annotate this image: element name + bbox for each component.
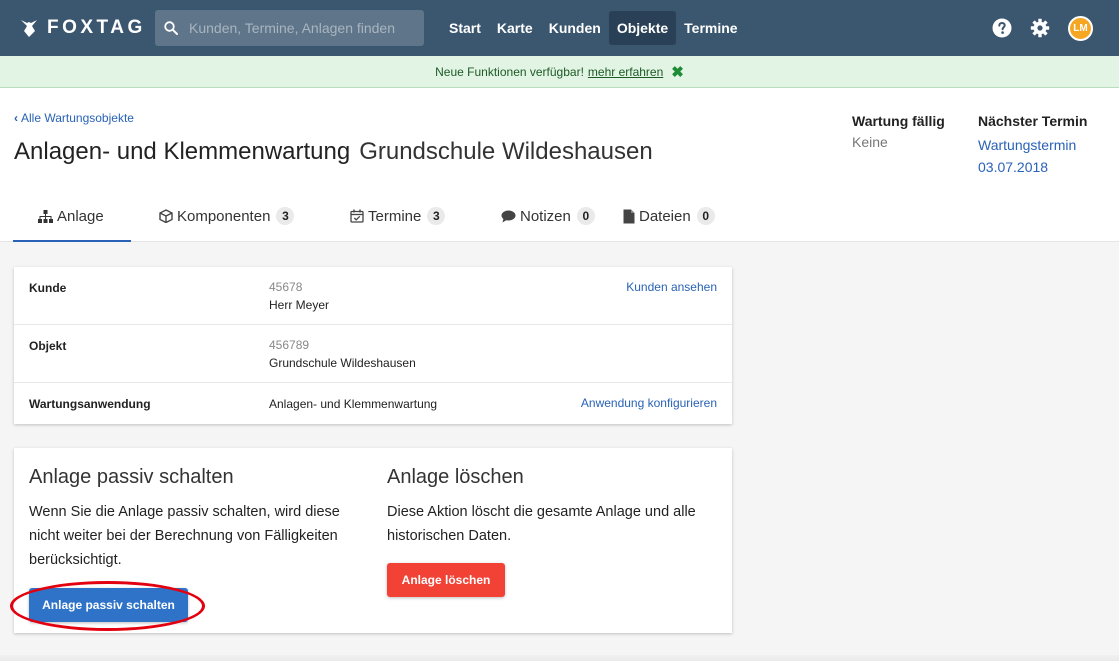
kunde-label: Kunde xyxy=(29,281,67,295)
set-passive-button[interactable]: Anlage passiv schalten xyxy=(29,588,188,622)
search-input[interactable] xyxy=(189,20,409,36)
logo-text: FOXTAG xyxy=(47,17,146,38)
objekt-label: Objekt xyxy=(29,339,67,353)
count-badge: 3 xyxy=(427,207,446,225)
sitemap-icon xyxy=(38,209,53,223)
count-badge: 3 xyxy=(276,207,295,225)
calendar-check-icon xyxy=(350,209,364,223)
help-icon[interactable] xyxy=(992,18,1012,38)
due-value: Keine xyxy=(852,134,888,150)
page-title: Anlagen- und Klemmenwartung Grundschule W… xyxy=(14,138,653,166)
passive-heading: Anlage passiv schalten xyxy=(29,466,234,488)
back-link[interactable]: ‹ Alle Wartungsobjekte xyxy=(14,111,134,125)
anwendung-value: Anlagen- und Klemmenwartung xyxy=(269,397,438,411)
title-main: Anlagen- und Klemmenwartung xyxy=(14,138,351,165)
nav-termine[interactable]: Termine xyxy=(676,11,745,45)
kunde-number: 45678 xyxy=(269,280,303,294)
chevron-left-icon: ‹ xyxy=(14,111,18,125)
nav-start[interactable]: Start xyxy=(441,11,489,45)
tab-label: Termine xyxy=(368,207,422,225)
back-link-label: Alle Wartungsobjekte xyxy=(21,111,134,125)
info-row-kunde: Kunde 45678 Herr Meyer Kunden ansehen xyxy=(14,267,732,325)
next-label: Nächster Termin xyxy=(978,113,1088,129)
title-subtitle: Grundschule Wildeshausen xyxy=(359,138,653,165)
tab-label: Komponenten xyxy=(177,207,271,225)
tab-label: Anlage xyxy=(57,207,104,225)
view-customer-link[interactable]: Kunden ansehen xyxy=(626,280,717,294)
global-search[interactable] xyxy=(155,10,424,46)
notice-text: Neue Funktionen verfügbar! xyxy=(435,64,584,79)
page-header: ‹ Alle Wartungsobjekte Anlagen- und Klem… xyxy=(0,88,1119,242)
info-row-anwendung: Wartungsanwendung Anlagen- und Klemmenwa… xyxy=(14,383,732,424)
tab-label: Notizen xyxy=(520,207,571,225)
close-icon[interactable]: ✖ xyxy=(671,63,684,81)
delete-asset-button[interactable]: Anlage löschen xyxy=(387,563,505,597)
cube-icon xyxy=(159,209,173,223)
objekt-number: 456789 xyxy=(269,338,310,352)
tab-bar: Anlage Komponenten 3 Termine 3 Notizen 0… xyxy=(13,190,773,242)
tab-label: Dateien xyxy=(639,207,691,225)
tab-dateien[interactable]: Dateien 0 xyxy=(623,190,773,242)
user-avatar[interactable]: LM xyxy=(1068,15,1093,41)
tab-termine[interactable]: Termine 3 xyxy=(322,190,473,242)
gear-icon[interactable] xyxy=(1030,18,1050,38)
anwendung-label: Wartungsanwendung xyxy=(29,397,151,411)
top-navbar: FOXTAG Start Karte Kunden Objekte Termin… xyxy=(0,0,1119,56)
delete-section: Anlage löschen Diese Aktion löscht die g… xyxy=(387,466,722,548)
nav-kunden[interactable]: Kunden xyxy=(541,11,609,45)
objekt-name: Grundschule Wildeshausen xyxy=(269,356,416,370)
count-badge: 0 xyxy=(576,207,595,225)
delete-heading: Anlage löschen xyxy=(387,466,524,488)
configure-application-link[interactable]: Anwendung konfigurieren xyxy=(581,396,717,410)
tab-komponenten[interactable]: Komponenten 3 xyxy=(131,190,322,242)
passive-section: Anlage passiv schalten Wenn Sie die Anla… xyxy=(29,466,359,572)
logo[interactable]: FOXTAG xyxy=(18,17,155,39)
passive-description: Wenn Sie die Anlage passiv schalten, wir… xyxy=(29,504,340,568)
info-row-objekt: Objekt 456789 Grundschule Wildeshausen xyxy=(14,325,732,383)
notice-more-link[interactable]: mehr erfahren xyxy=(588,65,663,79)
asset-info-card: Kunde 45678 Herr Meyer Kunden ansehen Ob… xyxy=(14,267,732,424)
next-appointment: Nächster Termin Wartungstermin 03.07.201… xyxy=(978,113,1113,178)
nav-objekte[interactable]: Objekte xyxy=(608,11,677,45)
next-link-line2: 03.07.2018 xyxy=(978,159,1049,175)
comment-icon xyxy=(501,210,516,222)
count-badge: 0 xyxy=(696,207,715,225)
file-icon xyxy=(623,209,635,223)
maintenance-due: Wartung fällig Keine xyxy=(852,113,962,150)
feature-notice-bar: Neue Funktionen verfügbar! mehr erfahren… xyxy=(0,56,1119,88)
asset-actions-card: Anlage passiv schalten Wenn Sie die Anla… xyxy=(14,448,732,633)
search-icon xyxy=(164,21,178,35)
tab-notizen[interactable]: Notizen 0 xyxy=(473,190,623,242)
delete-description: Diese Aktion löscht die gesamte Anlage u… xyxy=(387,504,696,544)
next-link-line1: Wartungstermin xyxy=(978,137,1077,153)
kunde-name: Herr Meyer xyxy=(269,298,330,312)
tab-anlage[interactable]: Anlage xyxy=(13,190,131,242)
page-bottom-edge xyxy=(0,655,1119,661)
nav-karte[interactable]: Karte xyxy=(489,11,541,45)
next-appointment-link[interactable]: Wartungstermin 03.07.2018 xyxy=(978,134,1113,178)
fox-logo-icon xyxy=(21,20,37,37)
due-label: Wartung fällig xyxy=(852,113,945,129)
main-nav: Start Karte Kunden Objekte Termine xyxy=(441,10,746,46)
nav-right-group: LM xyxy=(992,0,1119,56)
